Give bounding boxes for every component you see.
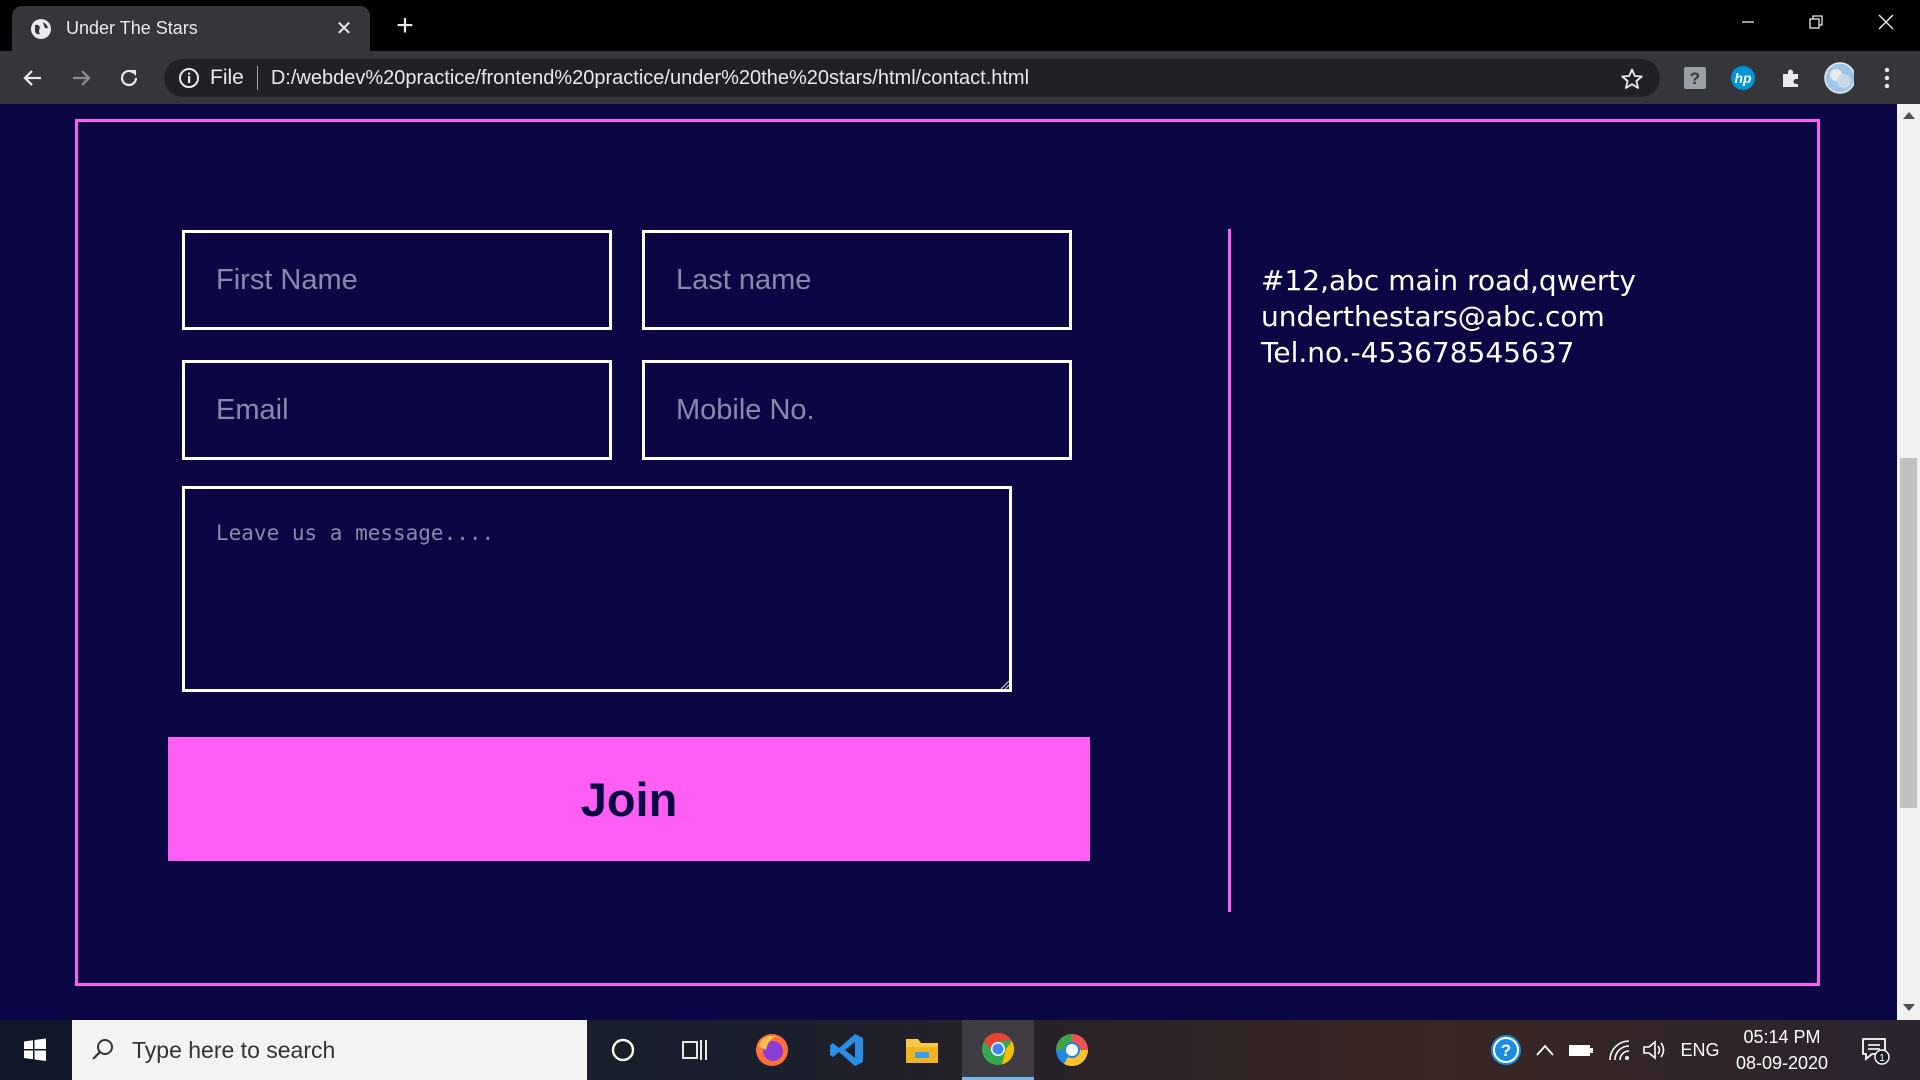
chrome-icon	[982, 1032, 1015, 1065]
firefox-icon	[756, 1034, 788, 1066]
taskbar-search[interactable]: Type here to search	[72, 1020, 587, 1080]
address-bar[interactable]: File D:/webdev%20practice/frontend%20pra…	[164, 59, 1660, 97]
contact-info: #12,abc main road,qwerty underthestars@a…	[1261, 263, 1636, 371]
email-input[interactable]	[182, 360, 612, 460]
browser-titlebar: Under The Stars ✕ +	[0, 0, 1920, 51]
back-button[interactable]	[18, 63, 48, 93]
puzzle-extensions-icon	[1783, 69, 1798, 87]
info-icon[interactable]	[178, 67, 200, 89]
address-text: #12,abc main road,qwerty	[1261, 264, 1636, 297]
vertical-divider	[1228, 229, 1231, 912]
taskbar-clock[interactable]: 05:14 PM 08-09-2020	[1726, 1020, 1838, 1080]
search-placeholder: Type here to search	[132, 1036, 336, 1063]
help-extension-button[interactable]: ?	[1680, 63, 1710, 93]
browser-toolbar: File D:/webdev%20practice/frontend%20pra…	[0, 51, 1920, 104]
clock-time: 05:14 PM	[1743, 1027, 1821, 1047]
forward-arrow-icon	[73, 70, 91, 86]
cortana-icon	[611, 1038, 635, 1062]
phone-text: Tel.no.-453678545637	[1261, 336, 1575, 369]
first-name-input[interactable]	[182, 230, 612, 330]
scroll-down-icon[interactable]	[1903, 1004, 1915, 1011]
restore-icon	[1809, 15, 1823, 29]
network-status[interactable]	[1602, 1020, 1636, 1080]
svg-text:?: ?	[1501, 1041, 1511, 1060]
menu-kebab-icon	[1884, 67, 1890, 89]
search-icon	[92, 1039, 113, 1060]
reload-icon	[120, 69, 138, 87]
page-viewport: #12,abc main road,qwerty underthestars@a…	[0, 104, 1897, 1020]
tab-title: Under The Stars	[66, 18, 198, 38]
omnibox-separator	[256, 66, 258, 90]
email-text: underthestars@abc.com	[1261, 300, 1605, 333]
restore-button[interactable]	[1788, 0, 1844, 44]
new-tab-button[interactable]: +	[390, 9, 420, 42]
windows-taskbar: Type here to search ? ENG 05:14 PM 08-09…	[0, 1020, 1920, 1080]
extensions-button[interactable]	[1776, 63, 1806, 93]
show-hidden-icons-button[interactable]	[1530, 1020, 1560, 1080]
forward-button[interactable]	[66, 63, 96, 93]
help-extension-icon: ?	[1684, 67, 1706, 89]
battery-icon	[1569, 1045, 1593, 1056]
back-arrow-icon	[23, 70, 41, 86]
browser-tab[interactable]: Under The Stars ✕	[12, 6, 370, 51]
resize-handle-icon[interactable]	[998, 678, 1010, 690]
globe-icon	[31, 18, 51, 39]
close-tab-icon[interactable]: ✕	[332, 17, 356, 41]
page-scrollbar[interactable]	[1897, 104, 1920, 1020]
url-text[interactable]: D:/webdev%20practice/frontend%20practice…	[271, 67, 1029, 90]
input-language[interactable]: ENG	[1676, 1020, 1724, 1080]
vscode-icon	[830, 1034, 863, 1066]
help-icon: ?	[1491, 1035, 1521, 1065]
browser-app-icon	[1056, 1034, 1088, 1067]
hp-extension-icon: hp	[1731, 66, 1755, 90]
minimize-icon	[1742, 21, 1754, 23]
browser-menu-button[interactable]	[1872, 63, 1902, 93]
clock-date: 08-09-2020	[1735, 1053, 1829, 1073]
cortana-button[interactable]	[587, 1020, 659, 1080]
profile-avatar-icon	[1824, 62, 1854, 94]
start-button[interactable]	[0, 1020, 70, 1080]
scroll-up-icon[interactable]	[1903, 112, 1915, 119]
battery-status[interactable]	[1564, 1020, 1598, 1080]
file-explorer-app[interactable]	[886, 1020, 958, 1080]
mobile-input[interactable]	[642, 360, 1072, 460]
action-center-button[interactable]: 1	[1852, 1020, 1898, 1080]
chrome-app[interactable]	[962, 1020, 1034, 1080]
join-button[interactable]: Join	[168, 737, 1090, 861]
star-icon[interactable]	[1620, 67, 1644, 91]
scrollbar-thumb[interactable]	[1900, 458, 1917, 808]
notification-count: 1	[1879, 1053, 1885, 1064]
wifi-icon	[1609, 1040, 1630, 1061]
help-tray-button[interactable]: ?	[1484, 1020, 1528, 1080]
notification-icon: 1	[1862, 1038, 1890, 1065]
svg-text:?: ?	[1690, 69, 1700, 88]
folder-icon	[906, 1039, 938, 1063]
close-icon	[1878, 14, 1894, 30]
profile-button[interactable]	[1824, 62, 1854, 94]
scheme-label: File	[210, 66, 244, 89]
task-view-icon	[682, 1040, 707, 1060]
firefox-app[interactable]	[736, 1020, 808, 1080]
speaker-icon	[1643, 1040, 1665, 1060]
windows-logo-icon	[24, 1038, 46, 1061]
chevron-up-icon	[1536, 1044, 1554, 1056]
close-window-button[interactable]	[1858, 0, 1914, 44]
hp-extension-button[interactable]: hp	[1728, 63, 1758, 93]
minimize-button[interactable]	[1720, 0, 1776, 44]
volume-control[interactable]	[1638, 1020, 1672, 1080]
reload-button[interactable]	[114, 63, 144, 93]
message-textarea[interactable]	[182, 486, 1012, 692]
vscode-app[interactable]	[811, 1020, 883, 1080]
task-view-button[interactable]	[659, 1020, 731, 1080]
chrome-beta-app[interactable]	[1036, 1020, 1108, 1080]
last-name-input[interactable]	[642, 230, 1072, 330]
svg-text:hp: hp	[1734, 70, 1752, 86]
